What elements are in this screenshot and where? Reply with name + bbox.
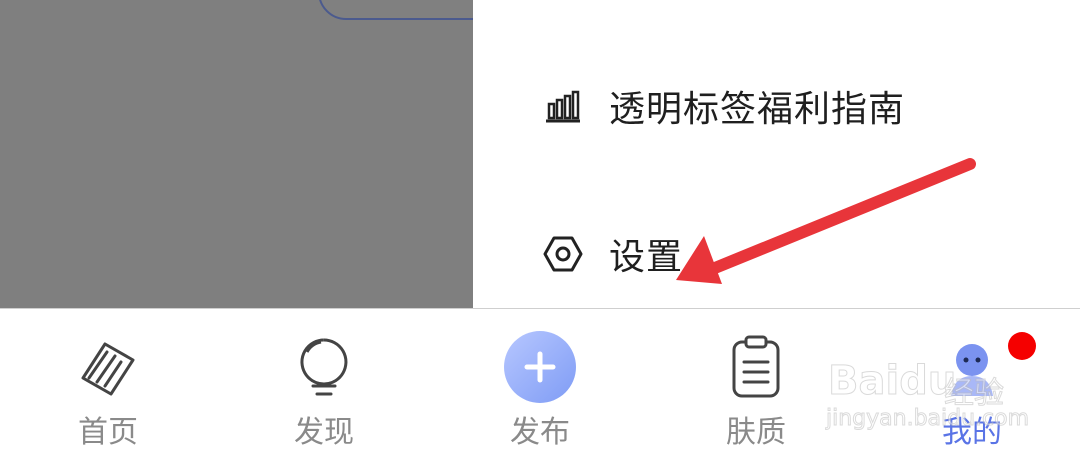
tab-label: 首页 — [78, 415, 138, 450]
lightbulb-icon — [286, 329, 362, 405]
publish-button[interactable] — [502, 329, 578, 405]
dimmed-background-overlay[interactable] — [0, 0, 522, 309]
tab-home[interactable]: 首页 — [38, 309, 178, 459]
bottom-navigation-bar: 首页 发现 发布 肤质 我的 — [0, 308, 1080, 459]
user-avatar-icon — [934, 329, 1010, 405]
hexagon-settings-icon — [543, 234, 583, 274]
tab-label: 肤质 — [726, 415, 786, 450]
menu-item-transparent-label-guide[interactable]: 透明标签福利指南 — [543, 76, 905, 136]
notification-badge — [1008, 332, 1036, 360]
tab-label: 发现 — [294, 415, 354, 450]
screen: 透明标签福利指南 设置 首页 发现 发布 肤质 我的 Baidu 经验 jing… — [0, 0, 1080, 459]
bar-chart-icon — [543, 86, 583, 126]
plus-icon — [504, 331, 576, 403]
tab-skin-type[interactable]: 肤质 — [686, 309, 826, 459]
tab-discover[interactable]: 发现 — [254, 309, 394, 459]
menu-item-label: 透明标签福利指南 — [609, 89, 906, 130]
tab-label: 发布 — [510, 415, 570, 450]
side-menu-drawer: 透明标签福利指南 设置 — [473, 0, 1080, 309]
tab-label: 我的 — [942, 415, 1002, 450]
tab-publish[interactable]: 发布 — [470, 309, 610, 459]
menu-item-settings[interactable]: 设置 — [543, 224, 683, 284]
leaf-icon — [70, 329, 146, 405]
clipboard-icon — [718, 329, 794, 405]
menu-item-label: 设置 — [609, 237, 684, 278]
